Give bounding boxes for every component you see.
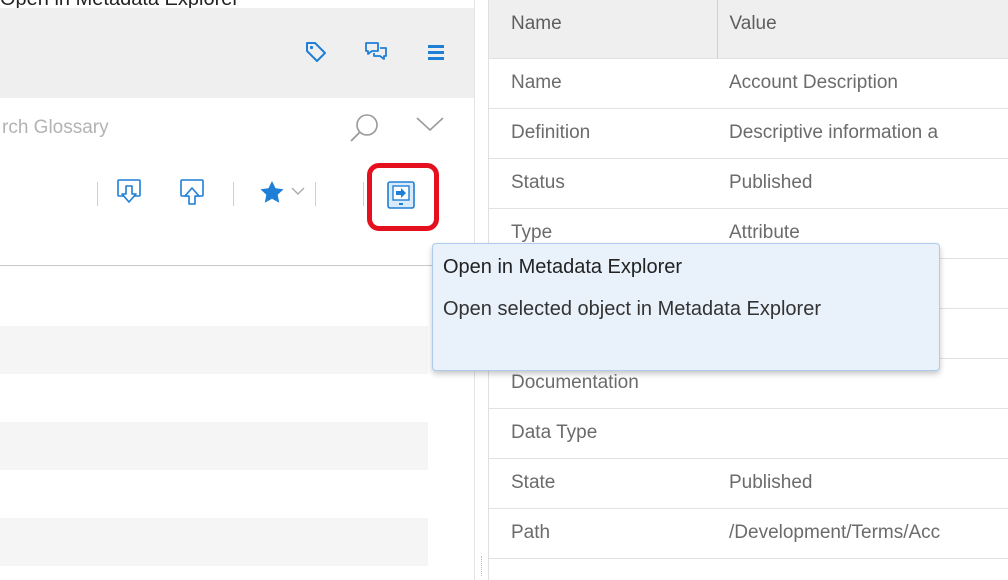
list-item[interactable]: [0, 326, 428, 374]
table-row[interactable]: State Published: [489, 458, 1008, 509]
splitter-grip[interactable]: [481, 556, 483, 576]
property-value: Published: [717, 158, 1008, 209]
property-value: Account Description: [717, 58, 1008, 109]
tooltip-title: Open in Metadata Explorer: [443, 256, 683, 278]
tooltip-body: Open selected object in Metadata Explore…: [443, 298, 821, 320]
search-input[interactable]: rch Glossary: [0, 108, 395, 146]
table-row[interactable]: Status Published: [489, 158, 1008, 209]
property-name: Status: [489, 158, 717, 209]
list-item[interactable]: [0, 422, 428, 470]
import-icon[interactable]: [116, 178, 142, 206]
property-value: /Development/Terms/Acc: [717, 508, 1008, 559]
property-name: Name: [489, 58, 717, 109]
column-header-value[interactable]: Value: [716, 0, 1008, 59]
table-row[interactable]: Path/Development/Terms/Acc: [489, 508, 1008, 559]
menu-icon[interactable]: [422, 38, 450, 66]
tag-icon[interactable]: [302, 38, 330, 66]
tooltip: Open in Metadata Explorer Open selected …: [432, 243, 940, 371]
list-item[interactable]: [0, 518, 428, 566]
property-value: Published: [717, 458, 1008, 509]
glossary-toolbar: [0, 154, 474, 266]
favorite-dropdown-icon[interactable]: [291, 186, 305, 196]
cut-off-caption: Open in Metadata Explorer: [0, 0, 239, 10]
table-row[interactable]: Data Type: [489, 408, 1008, 459]
search-icon[interactable]: [348, 112, 382, 151]
property-name: Definition: [489, 108, 717, 159]
table-row[interactable]: Definition Descriptive information a: [489, 108, 1008, 159]
comments-icon[interactable]: [362, 38, 390, 66]
table-header-row: Name Value: [489, 0, 1008, 59]
chevron-down-icon[interactable]: [415, 114, 445, 139]
property-value: Descriptive information a: [717, 108, 1008, 159]
glossary-panel: Open in Metadata Explorer rch Glossary: [0, 0, 474, 580]
toolbar-divider: [233, 182, 234, 206]
toolbar-divider: [315, 182, 316, 206]
property-name: State: [489, 458, 717, 509]
property-value: [717, 408, 1008, 459]
property-name: Path: [489, 508, 717, 559]
open-in-metadata-explorer-icon[interactable]: [386, 180, 416, 210]
panel-header: [0, 8, 474, 106]
table-row[interactable]: Name Account Description: [489, 58, 1008, 109]
toolbar-divider: [97, 182, 98, 206]
search-row: rch Glossary: [0, 98, 474, 154]
favorite-star-icon[interactable]: [259, 180, 285, 204]
column-header-name[interactable]: Name: [489, 0, 717, 59]
toolbar-divider: [363, 182, 364, 206]
export-icon[interactable]: [179, 178, 205, 206]
search-placeholder: rch Glossary: [2, 117, 109, 138]
property-name: Data Type: [489, 408, 717, 459]
